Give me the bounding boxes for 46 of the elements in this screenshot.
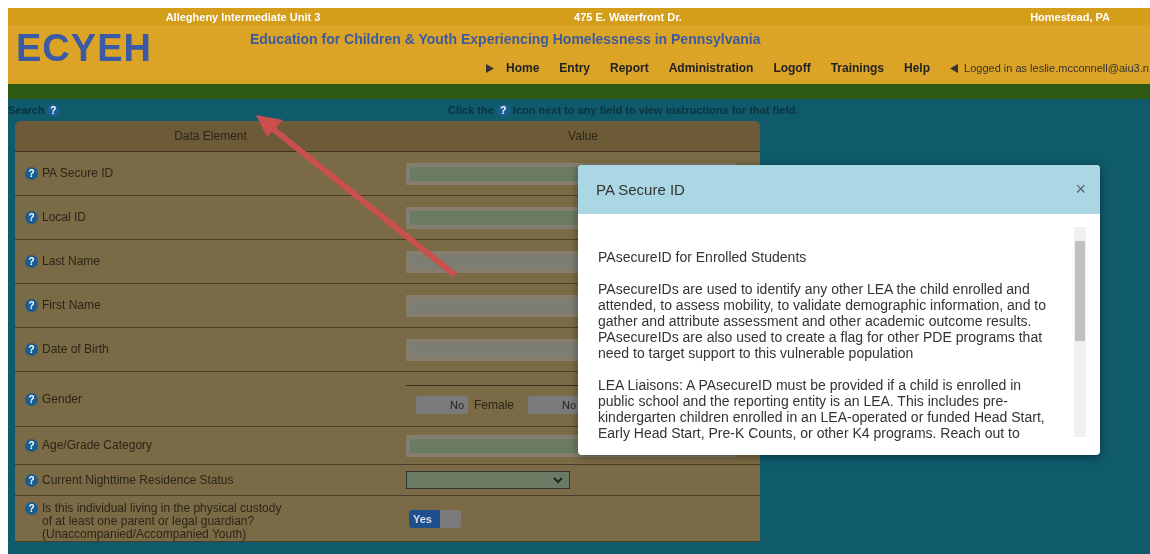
nav-link[interactable]: Report	[610, 61, 649, 75]
help-icon[interactable]: ?	[25, 343, 38, 356]
help-icon[interactable]: ?	[25, 473, 38, 487]
logo-text: ECYEH	[16, 29, 152, 67]
info-text: Allegheny Intermediate Unit 3	[165, 10, 321, 23]
field-label: Age/Grade Category	[42, 439, 153, 452]
nav-link[interactable]: Help	[904, 61, 931, 75]
field-label: Is this individual living in the physical custody of at least one parent or legal guardian? (Unaccompanied/Accompanied Youth)	[42, 502, 282, 541]
field-label: Date of Birth	[42, 343, 109, 356]
help-icon[interactable]: ?	[25, 502, 38, 515]
help-icon[interactable]: ?	[25, 392, 38, 406]
field-label: Gender	[42, 392, 83, 406]
site-title: Education for Children & Youth Experiencing Homelessness in Pennsylvania	[249, 31, 761, 47]
field-label: PA Secure ID	[42, 167, 114, 180]
nav-link[interactable]: Administration	[668, 61, 754, 75]
toggle-switch[interactable]: No	[416, 395, 468, 414]
dialog-title: PA Secure ID	[596, 181, 685, 198]
chevron-down-icon	[553, 476, 563, 484]
nav-link[interactable]: Home	[506, 61, 540, 75]
field-label: Last Name	[42, 255, 101, 268]
help-paragraph: LEA Liaisons: A PAsecureID must be provided if a child is enrolled in public school and the reporting entity is an LEA. This includes pre-kindergarten children enrolled in an LEA-operated or funded Head Start, Early Head Start, Pre-K Counts, or other K4 programs. Reach out to	[598, 377, 1046, 441]
toggle-switch[interactable]: Yes	[409, 509, 461, 528]
toggle-label: Female	[474, 397, 514, 412]
nav-link[interactable]: Entry	[559, 61, 591, 75]
nav-link[interactable]: Trainings	[830, 61, 885, 75]
info-text: Homestead, PA	[1030, 10, 1110, 23]
scrollbar[interactable]	[1074, 227, 1086, 437]
close-button[interactable]: ×	[1075, 179, 1086, 200]
info-text: 475 E. Waterfront Dr.	[574, 10, 682, 23]
help-icon[interactable]: ?	[46, 103, 60, 117]
column-header: Value	[567, 129, 599, 143]
logged-in-text: Logged in as leslie.mcconnell@aiu3.n	[964, 62, 1149, 74]
nav-link[interactable]: Logoff	[773, 61, 811, 75]
toggle-switch[interactable]: No	[528, 395, 580, 414]
help-paragraph: PAsecureIDs are used to identify any other LEA the child enrolled and attended, to assess mobility, to validate demographic information, and to gather and attribute assessment and other academic outcome results. PAsecureIDs are also used to create a flag for other PDE programs that need to target support to this vulnerable population	[598, 281, 1047, 361]
dropdown-field[interactable]	[406, 471, 570, 489]
help-icon[interactable]: ?	[496, 103, 510, 117]
left-triangle-icon	[950, 63, 959, 73]
field-label: First Name	[42, 299, 101, 312]
field-label: Current Nighttime Residence Status	[42, 473, 234, 487]
column-header: Data Element	[173, 129, 248, 143]
help-icon[interactable]: ?	[25, 255, 38, 268]
help-paragraph: PAsecureID for Enrolled Students	[598, 249, 808, 265]
help-icon[interactable]: ?	[25, 299, 38, 312]
right-triangle-icon	[486, 63, 494, 73]
field-label: Local ID	[42, 211, 87, 224]
